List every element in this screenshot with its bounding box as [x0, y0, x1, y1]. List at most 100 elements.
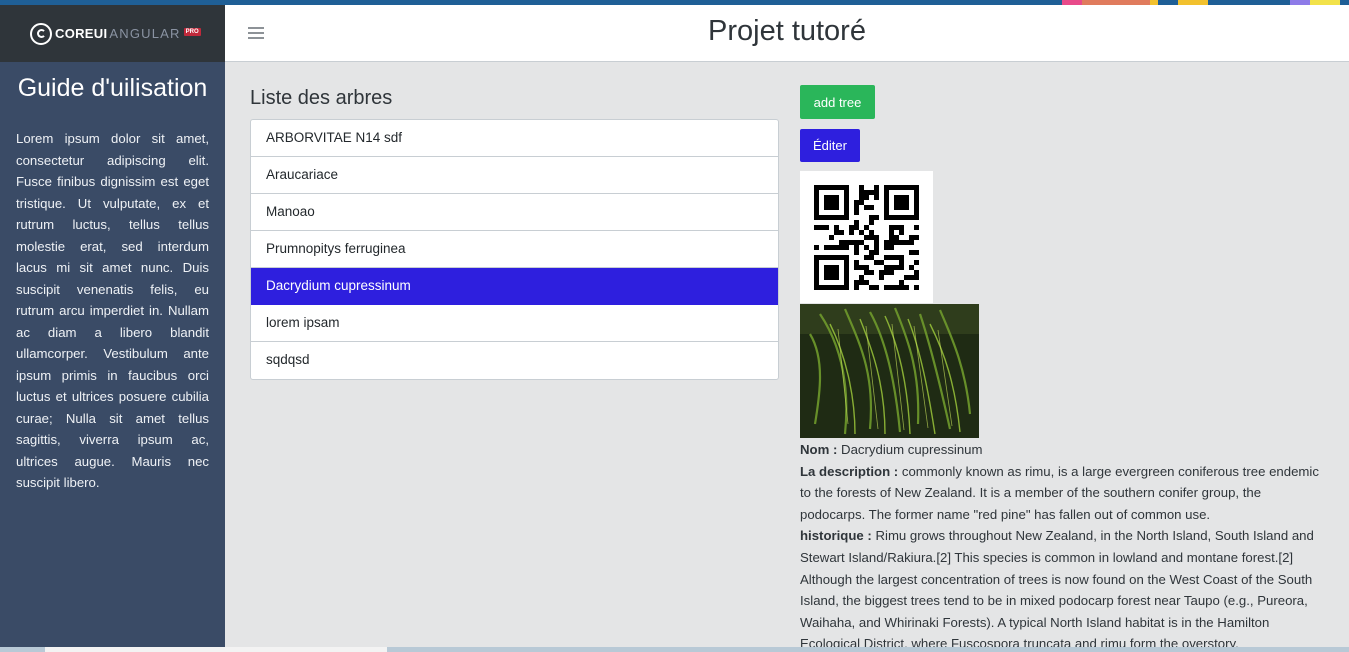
qr-module: [854, 285, 859, 290]
tree-list-item[interactable]: Manoao: [251, 194, 778, 231]
qr-module: [824, 195, 829, 200]
qr-module: [869, 270, 874, 275]
qr-module: [834, 185, 839, 190]
qr-module: [864, 225, 869, 230]
qr-module: [894, 265, 899, 270]
horizontal-scrollbar[interactable]: [0, 647, 1349, 652]
qr-module: [824, 270, 829, 275]
qr-module: [904, 285, 909, 290]
qr-module: [859, 240, 864, 245]
qr-module: [844, 205, 849, 210]
qr-module: [889, 285, 894, 290]
qr-module: [844, 185, 849, 190]
detail-history-value: Rimu grows throughout New Zealand, in th…: [800, 528, 1314, 652]
qr-module: [879, 260, 884, 265]
sidebar: Guide d'uilisation Lorem ipsum dolor sit…: [0, 62, 225, 652]
qr-module: [819, 255, 824, 260]
qr-module: [874, 285, 879, 290]
tree-list-item[interactable]: Araucariace: [251, 157, 778, 194]
qr-module: [904, 240, 909, 245]
qr-module: [814, 270, 819, 275]
qr-module: [889, 255, 894, 260]
qr-module: [899, 255, 904, 260]
detail-description-row: La description : commonly known as rimu,…: [800, 461, 1328, 526]
qr-module: [854, 205, 859, 210]
qr-module: [819, 215, 824, 220]
qr-module: [849, 240, 854, 245]
qr-module: [839, 245, 844, 250]
qr-module: [889, 265, 894, 270]
qr-module: [874, 190, 879, 195]
qr-code-icon: [814, 185, 919, 290]
qr-module: [899, 260, 904, 265]
detail-description-label: La description :: [800, 463, 899, 479]
qr-module: [909, 275, 914, 280]
qr-module: [859, 190, 864, 195]
qr-module: [814, 215, 819, 220]
qr-module: [814, 275, 819, 280]
qr-module: [899, 185, 904, 190]
qr-module: [869, 255, 874, 260]
qr-module: [844, 270, 849, 275]
detail-name-row: Nom : Dacrydium cupressinum: [800, 439, 1328, 461]
qr-module: [824, 265, 829, 270]
tree-list-item-active[interactable]: Dacrydium cupressinum: [251, 268, 778, 305]
tree-photo: [800, 304, 979, 438]
scrollbar-thumb[interactable]: [45, 647, 387, 652]
add-tree-button[interactable]: add tree: [800, 85, 875, 119]
app-header: Projet tutoré: [225, 5, 1349, 62]
qr-module: [899, 280, 904, 285]
qr-module: [834, 270, 839, 275]
qr-module: [819, 285, 824, 290]
qr-module: [914, 195, 919, 200]
qr-module: [829, 235, 834, 240]
qr-module: [859, 275, 864, 280]
qr-module: [814, 205, 819, 210]
qr-module: [829, 195, 834, 200]
qr-module: [904, 275, 909, 280]
qr-module: [899, 240, 904, 245]
qr-module: [884, 245, 889, 250]
qr-module: [814, 285, 819, 290]
qr-module: [874, 240, 879, 245]
qr-module: [889, 215, 894, 220]
qr-module: [814, 255, 819, 260]
qr-module: [844, 265, 849, 270]
qr-module: [854, 265, 859, 270]
qr-module: [914, 205, 919, 210]
tree-list-item[interactable]: sqdqsd: [251, 342, 778, 379]
qr-module: [914, 285, 919, 290]
qr-module: [814, 185, 819, 190]
qr-module: [914, 235, 919, 240]
qr-module: [889, 235, 894, 240]
brand-word-angular: ANGULAR: [109, 26, 181, 41]
sidebar-text: Lorem ipsum dolor sit amet, consectetur …: [16, 131, 209, 490]
qr-module: [889, 230, 894, 235]
qr-module: [829, 255, 834, 260]
tree-list-item[interactable]: ARBORVITAE N14 sdf: [251, 120, 778, 157]
qr-module: [869, 250, 874, 255]
qr-module: [834, 265, 839, 270]
qr-module: [909, 265, 914, 270]
qr-module: [869, 215, 874, 220]
qr-module: [864, 245, 869, 250]
qr-module: [834, 195, 839, 200]
qr-module: [844, 200, 849, 205]
qr-module: [864, 280, 869, 285]
sidebar-title: Guide d'uilisation: [17, 74, 208, 102]
qr-module: [914, 185, 919, 190]
qr-module: [909, 235, 914, 240]
qr-module: [834, 275, 839, 280]
qr-module: [874, 250, 879, 255]
qr-module: [814, 265, 819, 270]
qr-module: [829, 270, 834, 275]
tree-list-item[interactable]: Prumnopitys ferruginea: [251, 231, 778, 268]
qr-module: [894, 215, 899, 220]
edit-button[interactable]: Éditer: [800, 129, 860, 162]
qr-module: [844, 275, 849, 280]
qr-module: [914, 215, 919, 220]
tree-list-item[interactable]: lorem ipsam: [251, 305, 778, 342]
qr-module: [889, 245, 894, 250]
qr-module: [879, 275, 884, 280]
brand-logo[interactable]: COREUI ANGULAR PRO: [0, 5, 225, 62]
